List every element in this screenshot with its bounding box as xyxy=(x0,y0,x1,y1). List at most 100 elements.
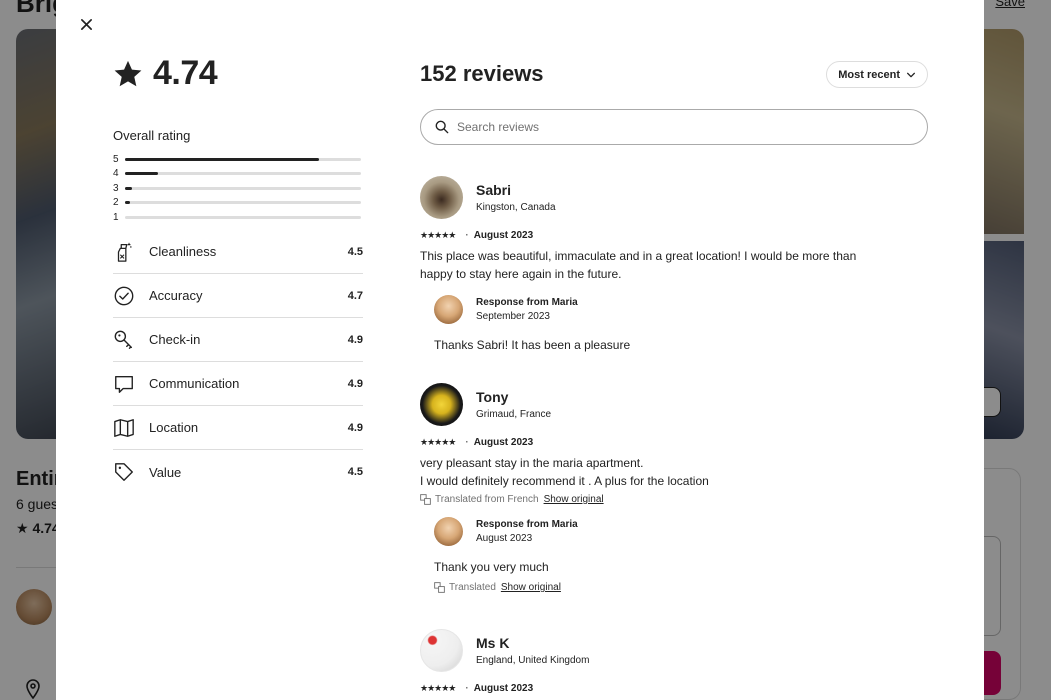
review-stars: ★★★★★ xyxy=(420,230,456,240)
rating-bar-track xyxy=(125,172,361,176)
rating-bar-track xyxy=(125,157,361,161)
reviewer-name[interactable]: Sabri xyxy=(476,182,556,198)
reviewer-name[interactable]: Ms K xyxy=(476,635,589,651)
category-score: 4.9 xyxy=(347,377,363,390)
separator-dot: · xyxy=(465,437,469,448)
reviewer-header: Sabri Kingston, Canada xyxy=(420,176,928,219)
close-button[interactable] xyxy=(74,12,98,36)
rating-bar-track xyxy=(125,201,361,205)
category-value: Value 4.5 xyxy=(113,450,363,494)
key-icon xyxy=(113,329,135,351)
rating-bar-fill xyxy=(125,201,130,205)
reviews-modal: 4.74 Overall rating 5 4 3 2 1 Cleanlines… xyxy=(56,0,984,700)
review-item: Sabri Kingston, Canada ★★★★★ · August 20… xyxy=(420,176,928,352)
rating-bar-label: 5 xyxy=(113,153,119,165)
rating-bar-row: 5 xyxy=(113,152,363,167)
host-avatar xyxy=(434,517,463,546)
reviewer-location: Kingston, Canada xyxy=(476,202,556,213)
rating-bar-row: 3 xyxy=(113,181,363,196)
sort-dropdown-label: Most recent xyxy=(838,68,900,81)
show-original-link[interactable]: Show original xyxy=(501,582,561,593)
host-response: Response from Maria August 2023 Thank yo… xyxy=(434,517,928,593)
rating-bar-label: 2 xyxy=(113,197,119,209)
review-meta: ★★★★★ · August 2023 xyxy=(420,437,928,448)
reviewer-location: England, United Kingdom xyxy=(476,655,590,666)
response-from: Response from Maria xyxy=(476,519,578,530)
review-text: very pleasant stay in the maria apartmen… xyxy=(420,454,928,490)
rating-bar-row: 4 xyxy=(113,167,363,182)
rating-bar-track xyxy=(125,215,361,219)
close-icon xyxy=(80,18,92,30)
response-from: Response from Maria xyxy=(476,297,578,308)
tag-icon xyxy=(113,461,135,483)
category-label: Value xyxy=(149,464,182,480)
review-text-line: This place was beautiful, immaculate and… xyxy=(420,249,857,263)
overall-rating-label: Overall rating xyxy=(113,128,191,143)
rating-bar-label: 4 xyxy=(113,168,119,180)
review-date: August 2023 xyxy=(473,683,534,694)
chat-bubble-icon xyxy=(113,373,135,395)
reviewer-avatar[interactable] xyxy=(420,176,463,219)
search-icon xyxy=(435,120,449,134)
translated-label: Translated xyxy=(449,582,496,593)
category-location: Location 4.9 xyxy=(113,406,363,450)
rating-bar-fill xyxy=(125,172,159,176)
review-stars: ★★★★★ xyxy=(420,683,456,693)
review-text: This place was beautiful, immaculate and… xyxy=(420,247,928,283)
reviewer-location: Grimaud, France xyxy=(476,409,552,420)
review-stars: ★★★★★ xyxy=(420,437,456,447)
show-original-link[interactable]: Show original xyxy=(544,494,604,505)
review-text-line: very pleasant stay in the maria apartmen… xyxy=(420,456,644,470)
rating-bar-row: 1 xyxy=(113,210,363,225)
review-item: Ms K England, United Kingdom ★★★★★ · Aug… xyxy=(420,629,928,694)
response-date: September 2023 xyxy=(476,311,550,322)
category-accuracy: Accuracy 4.7 xyxy=(113,274,363,318)
review-text-line: I would definitely recommend it . A plus… xyxy=(420,474,709,488)
host-response-header: Response from Maria August 2023 xyxy=(434,517,928,546)
reviews-count-title: 152 reviews xyxy=(420,61,544,86)
category-label: Cleanliness xyxy=(149,244,217,259)
reviewer-avatar[interactable] xyxy=(420,383,463,426)
translation-note: Translated from French Show original xyxy=(420,494,928,505)
search-reviews-field[interactable] xyxy=(420,109,928,145)
check-circle-icon xyxy=(113,285,135,307)
category-score: 4.9 xyxy=(347,333,363,346)
review-date: August 2023 xyxy=(473,230,534,241)
category-score: 4.5 xyxy=(347,245,363,258)
category-label: Location xyxy=(149,420,199,435)
category-score: 4.7 xyxy=(347,289,363,302)
host-response: Response from Maria September 2023 Thank… xyxy=(434,295,928,352)
category-label: Communication xyxy=(149,376,240,391)
search-reviews-input[interactable] xyxy=(457,120,897,134)
category-label: Check-in xyxy=(149,332,201,347)
reviewer-header: Ms K England, United Kingdom xyxy=(420,629,928,672)
category-cleanliness: Cleanliness 4.5 xyxy=(113,230,363,274)
response-date: August 2023 xyxy=(476,533,533,544)
host-response-header: Response from Maria September 2023 xyxy=(434,295,928,324)
sort-dropdown[interactable]: Most recent xyxy=(826,61,928,88)
rating-bar-track xyxy=(125,186,361,190)
map-icon xyxy=(113,417,135,439)
category-ratings: Cleanliness 4.5 Accuracy 4.7 Check-in 4.… xyxy=(113,230,363,494)
review-text-line: happy to stay here again in the future. xyxy=(420,267,622,281)
category-label: Accuracy xyxy=(149,288,203,303)
category-score: 4.9 xyxy=(347,421,363,434)
translate-icon xyxy=(434,582,445,593)
rating-distribution: 5 4 3 2 1 xyxy=(113,152,363,225)
category-score: 4.5 xyxy=(347,466,363,478)
host-avatar xyxy=(434,295,463,324)
rating-bar-label: 1 xyxy=(113,211,119,223)
response-text: Thank you very much xyxy=(434,560,549,574)
review-meta: ★★★★★ · August 2023 xyxy=(420,683,928,694)
separator-dot: · xyxy=(465,230,469,241)
star-icon xyxy=(114,60,142,86)
translated-label: Translated from French xyxy=(435,494,539,505)
translation-note: Translated Show original xyxy=(434,582,928,593)
overall-score: 4.74 xyxy=(113,54,218,93)
reviewer-avatar[interactable] xyxy=(420,629,463,672)
rating-bar-fill xyxy=(125,186,133,190)
rating-bar-fill xyxy=(125,157,319,161)
rating-bar-row: 2 xyxy=(113,196,363,211)
reviewer-name[interactable]: Tony xyxy=(476,389,551,405)
review-item: Tony Grimaud, France ★★★★★ · August 2023… xyxy=(420,383,928,593)
